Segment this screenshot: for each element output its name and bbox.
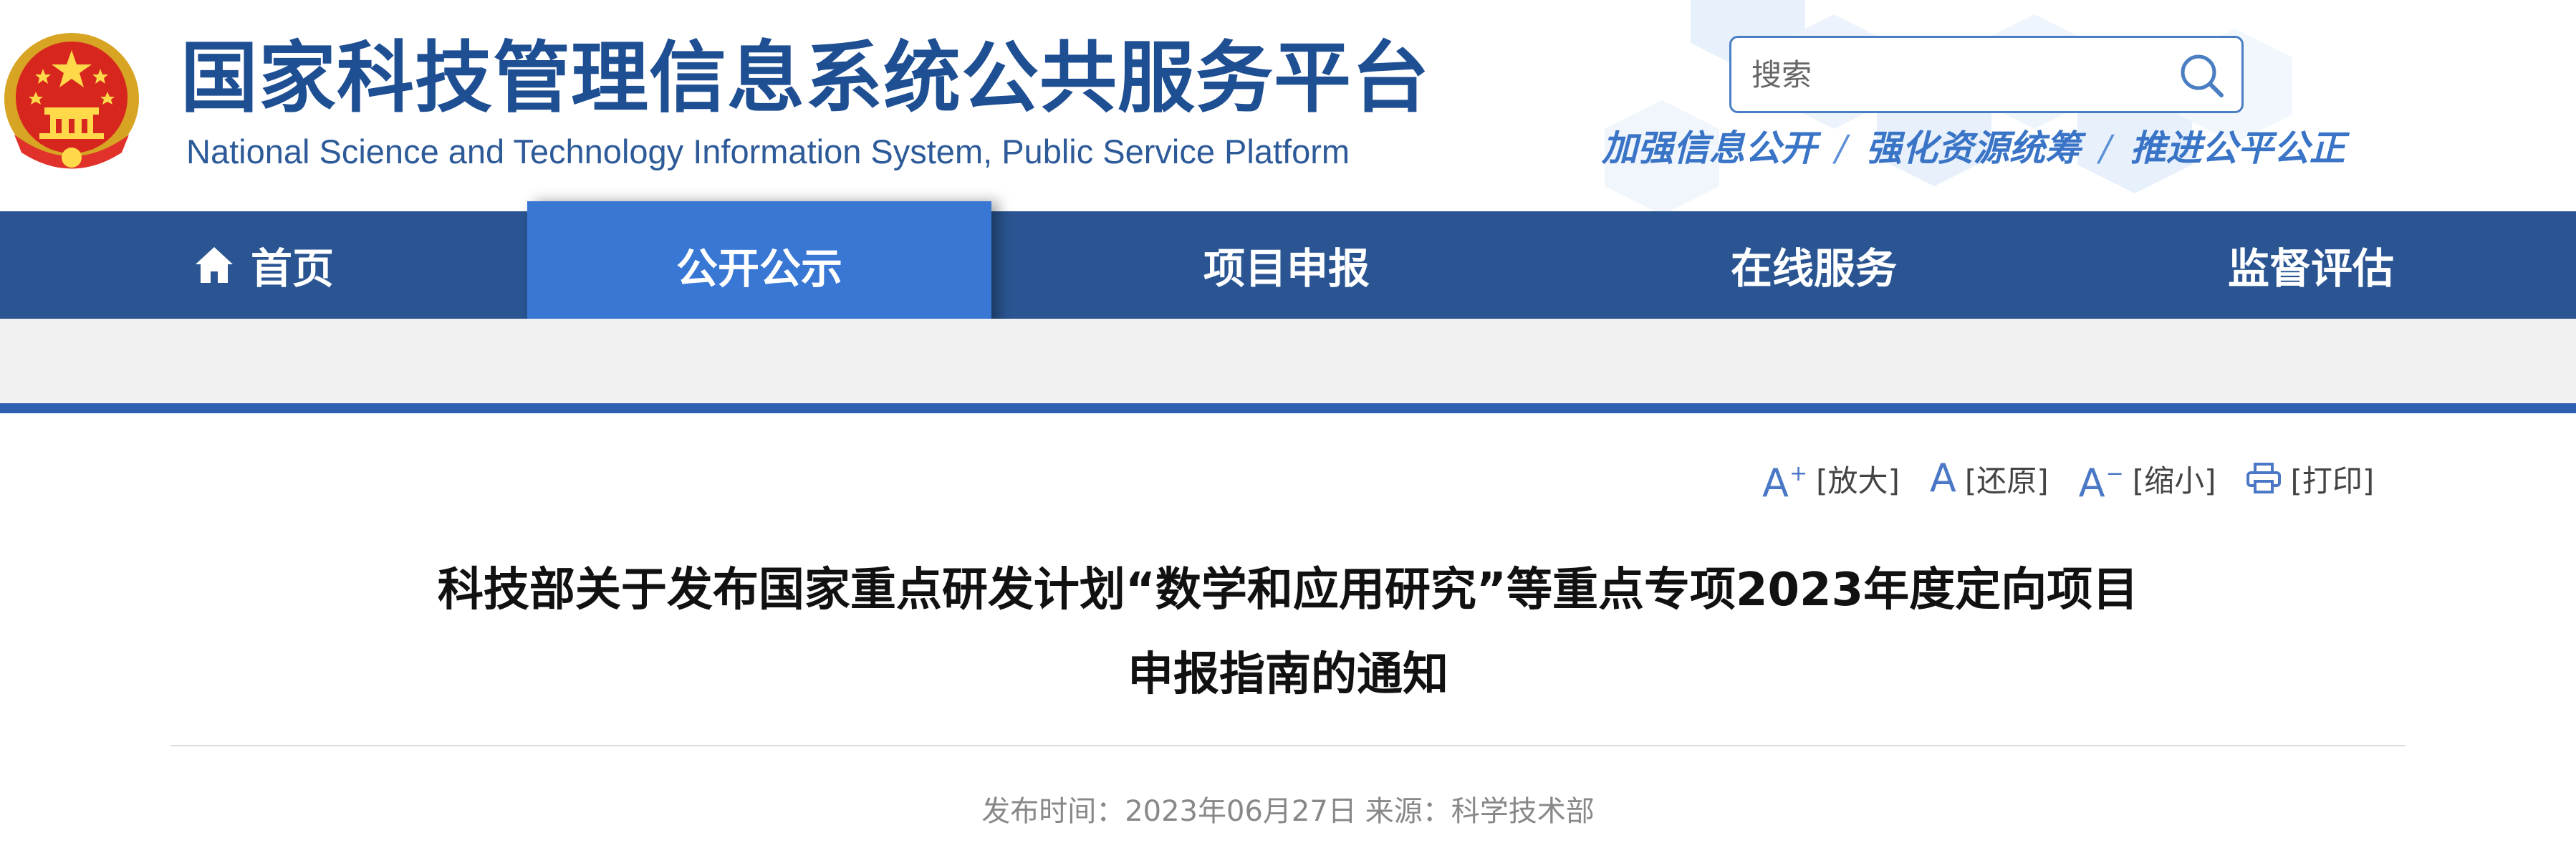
- subnav-strip: [0, 319, 2576, 403]
- publish-label: 发布时间：: [981, 795, 1125, 828]
- font-shrink-icon: A−: [2078, 460, 2124, 506]
- shrink-label: [缩小]: [2132, 463, 2216, 498]
- nav-item-project-application[interactable]: 项目申报: [991, 211, 1582, 319]
- printer-icon: [2246, 462, 2282, 495]
- search-icon[interactable]: [2176, 49, 2227, 101]
- source-label: 来源：: [1365, 795, 1451, 828]
- search-input[interactable]: [1750, 38, 2151, 111]
- title-divider: [170, 745, 2406, 746]
- nav-item-supervision[interactable]: 监督评估: [2046, 211, 2576, 319]
- nav-item-public-notice[interactable]: 公开公示: [527, 201, 991, 329]
- slogan-item: 推进公平公正: [2130, 127, 2345, 169]
- nav-item-label: 项目申报: [1203, 244, 1370, 293]
- print-label: [打印]: [2290, 463, 2375, 498]
- nav-item-label: 监督评估: [2227, 244, 2394, 293]
- slogan: 加强信息公开 / 强化资源统筹 / 推进公平公正: [1602, 123, 2345, 173]
- article-title-line: 申报指南的通知: [1128, 648, 1448, 701]
- national-emblem-logo[interactable]: [0, 27, 143, 181]
- site-subtitle: National Science and Technology Informat…: [186, 132, 1350, 170]
- nav-item-online-services[interactable]: 在线服务: [1582, 211, 2046, 319]
- nav-item-label: 在线服务: [1730, 244, 1897, 293]
- nav-item-label: 公开公示: [676, 244, 842, 293]
- enlarge-font-button[interactable]: A+ [放大]: [1762, 453, 1900, 505]
- main-nav: 首页 公开公示 项目申报 在线服务 监督评估: [0, 201, 2576, 329]
- font-enlarge-icon: A+: [1762, 460, 1808, 506]
- site-header: 国家科技管理信息系统公共服务平台 National Science and Te…: [0, 0, 2576, 211]
- font-size-tools: A+ [放大] A [还原] A− [缩小] [打印]: [1762, 456, 2374, 505]
- source-value: 科学技术部: [1451, 795, 1595, 828]
- site-title[interactable]: 国家科技管理信息系统公共服务平台: [181, 29, 1430, 129]
- nav-item-label: 首页: [250, 244, 334, 293]
- reset-font-button[interactable]: A [还原]: [1930, 457, 2049, 501]
- article-meta: 发布时间：2023年06月27日 来源：科学技术部: [0, 790, 2576, 833]
- article-title: 科技部关于发布国家重点研发计划“数学和应用研究”等重点专项2023年度定向项目 …: [201, 548, 2375, 717]
- nav-item-home[interactable]: 首页: [0, 211, 527, 319]
- publish-date: 2023年06月27日: [1125, 795, 1357, 828]
- print-button[interactable]: [打印]: [2246, 457, 2374, 501]
- slogan-separator: /: [2099, 127, 2112, 169]
- home-icon: [195, 247, 233, 283]
- article-title-line: 科技部关于发布国家重点研发计划“数学和应用研究”等重点专项2023年度定向项目: [437, 564, 2139, 617]
- blue-divider: [0, 403, 2576, 413]
- slogan-separator: /: [1835, 127, 1847, 169]
- slogan-item: 强化资源统筹: [1865, 127, 2081, 169]
- slogan-item: 加强信息公开: [1602, 127, 1817, 169]
- enlarge-label: [放大]: [1816, 463, 1900, 498]
- shrink-font-button[interactable]: A− [缩小]: [2079, 453, 2216, 505]
- font-reset-icon: A: [1929, 456, 1956, 501]
- reset-label: [还原]: [1964, 463, 2049, 498]
- search-box: [1729, 36, 2244, 113]
